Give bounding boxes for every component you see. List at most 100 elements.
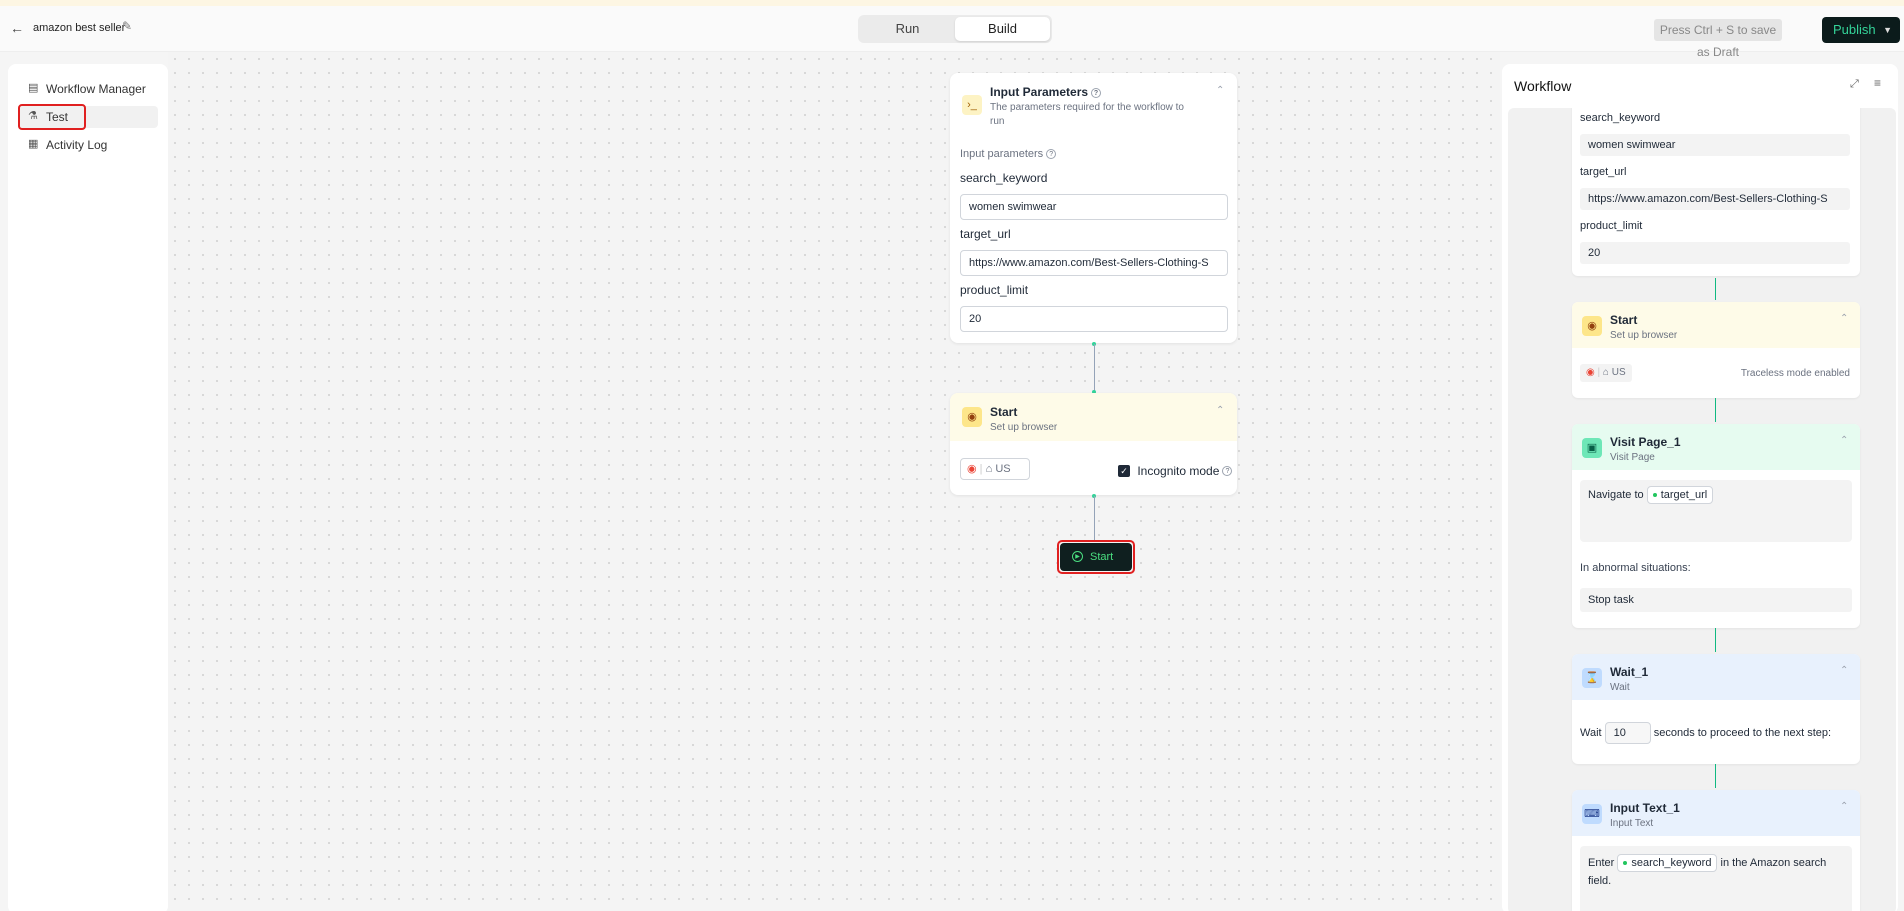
hourglass-icon: ⌛ [1582,668,1602,688]
panel-visit-title: Visit Page_1 [1610,435,1681,449]
help-icon[interactable]: ? [1046,149,1057,160]
workflow-step-list[interactable]: search_keyword women swimwear target_url… [1508,108,1896,911]
chrome-icon: ◉ [1586,367,1595,378]
panel-wait-title: Wait_1 [1610,665,1649,679]
panel-wait-subtitle: Wait [1610,682,1630,693]
publish-button[interactable]: Publish ▼ [1822,17,1900,43]
connector-line [1715,278,1716,300]
connector-line [1094,344,1095,392]
panel-visit-page-card[interactable]: ▣ Visit Page_1 Visit Page ⌃ Navigate to … [1572,424,1860,628]
workflow-panel: Workflow ⤢ ≡ search_keyword women swimwe… [1502,64,1898,911]
connector-line [1094,496,1095,540]
home-icon: ⌂ [985,463,993,475]
database-icon: ▤ [28,82,39,94]
navigate-text: Navigate to [1588,489,1644,501]
search-keyword-input[interactable]: women swimwear [960,194,1228,220]
panel-input-parameters-card[interactable]: search_keyword women swimwear target_url… [1572,108,1860,276]
play-circle-icon: ◉ [962,407,982,427]
input-text-prefix: Enter [1588,857,1615,869]
browser-window-icon: ▣ [1582,438,1602,458]
connector-line [1715,398,1716,422]
wait-seconds-input[interactable]: 10 [1604,722,1651,744]
workflow-canvas[interactable] [168,52,1500,911]
start-card-subtitle: Set up browser [990,422,1058,433]
chevron-up-icon[interactable]: ⌃ [1840,435,1848,446]
chrome-icon: ◉ [967,463,977,475]
sidebar-item-label: Activity Log [46,138,108,152]
input-text-instruction-box[interactable]: Enter search_keyword in the Amazon searc… [1580,846,1852,911]
section-label-text: Input parameters [960,148,1044,160]
panel-visit-subtitle: Visit Page [1610,452,1655,463]
input-parameters-title-row: Input Parameters? [990,85,1102,99]
panel-start-subtitle: Set up browser [1610,330,1678,341]
save-draft-hint: Press Ctrl + S to save as Draft [1654,19,1782,59]
chevron-up-icon[interactable]: ⌃ [1216,85,1224,96]
sidebar-item-workflow-manager[interactable]: ▤ Workflow Manager [18,78,158,100]
sidebar-item-label: Workflow Manager [46,82,146,96]
tab-build[interactable]: Build [955,17,1050,41]
abnormal-action-select[interactable]: Stop task [1580,588,1852,612]
field-label-product-limit: product_limit [960,283,1029,297]
variable-chip-target-url[interactable]: target_url [1646,486,1714,504]
start-card-title: Start [990,405,1018,419]
panel-start-title: Start [1610,313,1638,327]
panel-input-text-title: Input Text_1 [1610,801,1680,815]
panel-target-url-input[interactable]: https://www.amazon.com/Best-Sellers-Clot… [1580,188,1850,210]
start-browser-card[interactable]: ◉ Start Set up browser ⌃ ◉ | ⌂ US ✓ Inco… [950,393,1237,495]
chevron-up-icon[interactable]: ⌃ [1840,665,1848,676]
panel-wait-card[interactable]: ⌛ Wait_1 Wait ⌃ Wait 10 seconds to proce… [1572,654,1860,764]
test-highlight-box [18,104,86,130]
publish-label: Publish [1833,22,1876,37]
input-parameters-title: Input Parameters [990,85,1089,99]
start-highlight-box [1057,540,1135,574]
input-parameters-card[interactable]: ›_ Input Parameters? The parameters requ… [950,73,1237,343]
connector-line [1715,764,1716,788]
help-icon[interactable]: ? [1222,465,1233,476]
chevron-up-icon[interactable]: ⌃ [1840,313,1848,324]
list-menu-icon[interactable]: ≡ [1874,76,1881,90]
abnormal-situations-label: In abnormal situations: [1580,562,1691,574]
expand-icon[interactable]: ⤢ [1850,78,1859,91]
panel-search-keyword-input[interactable]: women swimwear [1580,134,1850,156]
tab-run[interactable]: Run [860,17,955,41]
chevron-up-icon[interactable]: ⌃ [1216,405,1224,416]
help-icon[interactable]: ? [1091,87,1102,98]
back-arrow-icon[interactable]: ← [10,20,26,36]
product-limit-input[interactable]: 20 [960,306,1228,332]
field-label-search-keyword: search_keyword [1580,112,1661,124]
wait-instruction-row: Wait 10 seconds to proceed to the next s… [1580,722,1831,744]
chevron-down-icon[interactable]: ▼ [1883,17,1892,43]
play-circle-icon: ◉ [1582,316,1602,336]
panel-title: Workflow [1514,78,1572,94]
incognito-toggle-row: ✓ Incognito mode? [1118,463,1233,478]
field-label-target-url: target_url [1580,166,1627,178]
app-header: ← amazon best seller ✎ Run Build Press C… [0,6,1904,59]
panel-start-card[interactable]: ◉ Start Set up browser ⌃ ◉ | ⌂ US Tracel… [1572,302,1860,398]
home-icon: ⌂ [1602,367,1609,378]
text-input-icon: ⌨ [1582,804,1602,824]
navigate-instruction-box[interactable]: Navigate to target_url [1580,480,1852,542]
browser-region-selector[interactable]: ◉ | ⌂ US [960,458,1030,480]
table-icon: ▦ [28,138,39,150]
field-label-product-limit: product_limit [1580,220,1643,232]
connector-line [1715,628,1716,652]
sidebar: ▤ Workflow Manager ⚗ Test ▦ Activity Log [8,64,168,911]
incognito-checkbox[interactable]: ✓ [1118,464,1130,477]
panel-product-limit-input[interactable]: 20 [1580,242,1850,264]
sidebar-item-activity-log[interactable]: ▦ Activity Log [18,134,158,156]
field-label-target-url: target_url [960,227,1011,241]
panel-input-text-card[interactable]: ⌨ Input Text_1 Input Text ⌃ Enter search… [1572,790,1860,911]
target-url-input[interactable]: https://www.amazon.com/Best-Sellers-Clot… [960,250,1228,276]
panel-region-label: US [1611,367,1626,378]
variable-chip-search-keyword[interactable]: search_keyword [1617,854,1718,872]
input-parameters-subtitle: The parameters required for the workflow… [990,102,1184,127]
wait-prefix: Wait [1580,726,1602,739]
wait-suffix: seconds to proceed to the next step: [1653,726,1832,739]
chevron-up-icon[interactable]: ⌃ [1840,801,1848,812]
panel-input-text-subtitle: Input Text [1610,818,1654,829]
terminal-icon: ›_ [962,95,982,115]
input-parameters-section-label: Input parameters? [960,148,1057,160]
region-label: US [995,463,1011,475]
pencil-edit-icon[interactable]: ✎ [122,19,132,33]
workflow-title: amazon best seller [33,22,126,34]
